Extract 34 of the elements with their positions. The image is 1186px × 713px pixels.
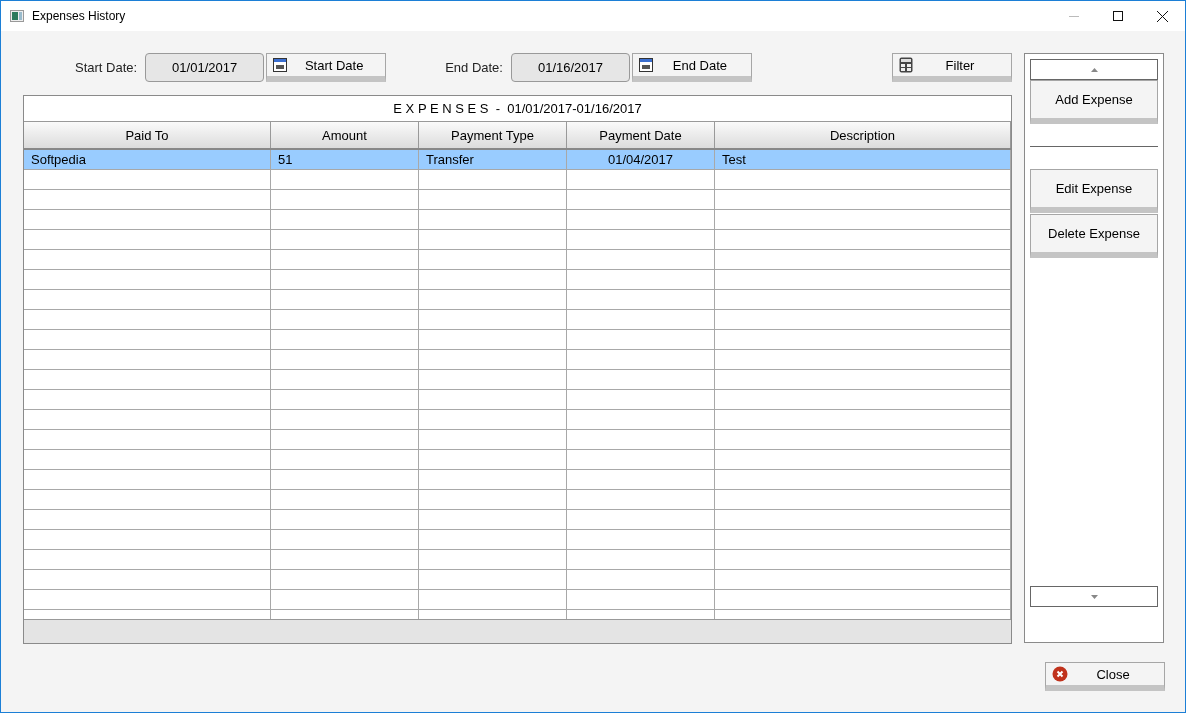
date-field[interactable]: 01/01/2017 — [145, 53, 265, 82]
action-button[interactable]: Delete Expense — [1030, 214, 1158, 258]
column-header[interactable]: Payment Date — [567, 122, 715, 148]
table-cell: 51 — [278, 152, 293, 167]
date-label: End Date: — [445, 60, 503, 75]
scroll-down-button[interactable] — [1030, 586, 1158, 607]
down-arrow-icon — [1090, 594, 1098, 599]
column-header[interactable]: Payment Type — [419, 122, 567, 148]
calendar-icon — [638, 58, 653, 72]
table-cell: Test — [722, 152, 746, 167]
close-icon — [1052, 666, 1068, 682]
date-label: Start Date: — [75, 60, 138, 75]
up-arrow-icon — [1090, 67, 1098, 72]
window-title: Expenses History — [32, 9, 126, 23]
column-header[interactable]: Paid To — [24, 122, 271, 148]
date-picker-button[interactable]: Start Date — [266, 53, 387, 82]
close-icon[interactable] — [1157, 10, 1168, 22]
date-field[interactable]: 01/16/2017 — [510, 53, 630, 82]
table-cell: 01/04/2017 — [607, 152, 674, 167]
app-icon — [10, 10, 24, 22]
table-cell: Softpedia — [31, 152, 86, 167]
scroll-up-button[interactable] — [1030, 59, 1158, 80]
column-header[interactable]: Amount — [271, 122, 419, 148]
table-row[interactable]: Softpedia 51 Transfer 01/04/2017 Test — [24, 150, 1011, 170]
column-header[interactable]: Description — [715, 122, 1011, 148]
action-button[interactable]: Edit Expense — [1030, 169, 1158, 213]
close-button[interactable]: Close — [1045, 662, 1165, 691]
date-picker-button[interactable]: End Date — [631, 53, 752, 82]
action-button[interactable]: Add Expense — [1030, 80, 1158, 124]
calendar-icon — [273, 58, 288, 72]
maximize-icon[interactable] — [1113, 10, 1123, 21]
table-cell: Transfer — [426, 152, 474, 167]
filter-button[interactable]: Filter — [892, 53, 1012, 82]
calculator-icon — [899, 57, 913, 73]
